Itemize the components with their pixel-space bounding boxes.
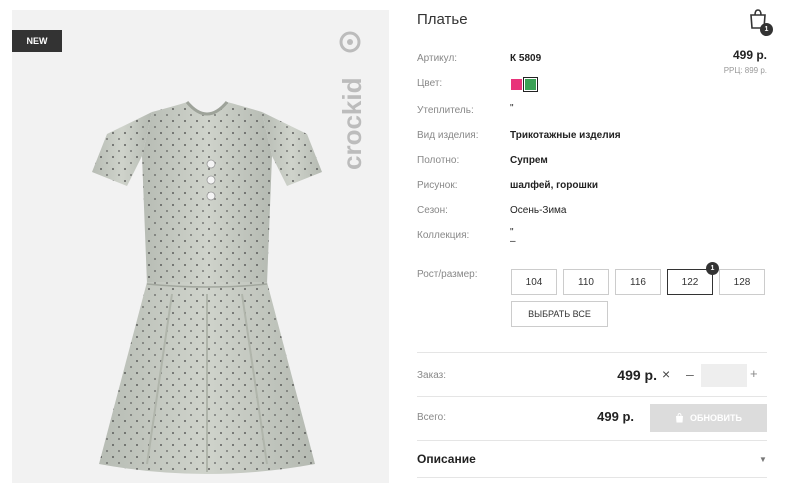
size-option-128[interactable]: 128 bbox=[719, 269, 765, 295]
dress-image bbox=[92, 101, 322, 474]
divider bbox=[417, 477, 767, 478]
divider bbox=[417, 396, 767, 397]
select-all-button[interactable]: ВЫБРАТЬ ВСЕ bbox=[511, 301, 608, 327]
season-label: Сезон: bbox=[417, 205, 448, 216]
type-label: Вид изделия: bbox=[417, 130, 479, 141]
fabric-value: Супрем bbox=[510, 155, 548, 166]
cart-button[interactable]: 1 bbox=[747, 8, 773, 36]
bag-icon bbox=[676, 413, 684, 423]
update-button[interactable]: ОБНОВИТЬ bbox=[650, 404, 767, 432]
description-toggle[interactable]: Описание bbox=[417, 452, 476, 466]
pattern-value: шалфей, горошки bbox=[510, 180, 598, 191]
divider bbox=[417, 352, 767, 353]
color-label: Цвет: bbox=[417, 78, 443, 89]
product-title: Платье bbox=[417, 11, 468, 28]
color-swatch-pink[interactable] bbox=[511, 79, 522, 90]
quantity-increase-button[interactable]: + bbox=[750, 366, 758, 381]
total-price: 499 р. bbox=[597, 409, 634, 424]
brand-logo-text: crockid bbox=[337, 78, 367, 171]
product-price: 499 р. bbox=[732, 48, 767, 62]
color-swatch-green[interactable] bbox=[523, 77, 538, 92]
size-option-122[interactable]: 122 bbox=[667, 269, 713, 295]
divider bbox=[417, 440, 767, 441]
insulation-label: Утеплитель: bbox=[417, 105, 474, 116]
article-label: Артикул: bbox=[417, 53, 458, 64]
order-label: Заказ: bbox=[417, 370, 447, 381]
close-icon[interactable]: × bbox=[662, 366, 670, 382]
chevron-down-icon[interactable]: ▼ bbox=[759, 455, 767, 464]
cart-count-badge: 1 bbox=[760, 23, 773, 36]
total-label: Всего: bbox=[417, 412, 446, 423]
dress-button bbox=[206, 191, 216, 201]
product-rrp: РРЦ: 899 р. bbox=[723, 66, 767, 75]
brand-logo: crockid bbox=[337, 31, 367, 171]
product-image-panel: NEW crockid bbox=[12, 10, 389, 483]
update-button-label: ОБНОВИТЬ bbox=[690, 413, 742, 423]
order-price: 499 р. bbox=[617, 367, 657, 383]
fabric-label: Полотно: bbox=[417, 155, 460, 166]
size-option-104[interactable]: 104 bbox=[511, 269, 557, 295]
type-value: Трикотажные изделия bbox=[510, 130, 621, 141]
quantity-input[interactable] bbox=[701, 364, 747, 387]
collection-label: Коллекция: bbox=[417, 230, 470, 241]
size-label: Рост/размер: bbox=[417, 269, 478, 280]
dress-button bbox=[206, 159, 216, 169]
insulation-value: " bbox=[510, 103, 514, 114]
size-option-116[interactable]: 116 bbox=[615, 269, 661, 295]
quantity-decrease-button[interactable]: – bbox=[686, 366, 694, 382]
new-badge: NEW bbox=[12, 30, 62, 52]
collection-value-dash: – bbox=[510, 236, 516, 247]
size-count-badge: 1 bbox=[706, 262, 719, 275]
article-value: К 5809 bbox=[510, 53, 542, 64]
season-value: Осень-Зима bbox=[510, 205, 567, 216]
dress-button bbox=[206, 175, 216, 185]
size-option-110[interactable]: 110 bbox=[563, 269, 609, 295]
pattern-label: Рисунок: bbox=[417, 180, 458, 191]
